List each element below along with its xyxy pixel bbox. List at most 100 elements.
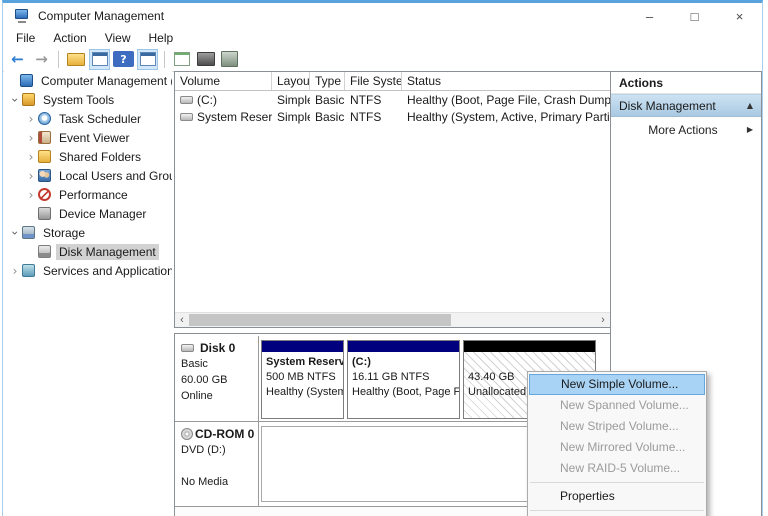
- chevron-down-icon[interactable]: ›: [8, 93, 22, 107]
- forward-icon[interactable]: →: [31, 49, 52, 70]
- cd-rom-icon: [181, 428, 193, 440]
- close-icon: ×: [736, 9, 744, 24]
- properties-icon[interactable]: [195, 49, 216, 70]
- chevron-right-icon[interactable]: ›: [8, 264, 22, 278]
- toolbar: ←→?: [3, 47, 762, 72]
- column-header-file-system[interactable]: File System: [345, 72, 402, 90]
- volume-icon: [180, 113, 193, 121]
- local-users-icon: [38, 169, 51, 182]
- storage-icon: [22, 226, 35, 239]
- partition-color-bar: [262, 341, 343, 352]
- toolbar-separator: [58, 51, 59, 68]
- sidebar-item-local-users-and-groups[interactable]: › Local Users and Groups: [4, 166, 172, 185]
- close-button[interactable]: ×: [717, 3, 762, 29]
- column-header-layout[interactable]: Layout: [272, 72, 310, 90]
- scrollbar-thumb[interactable]: [189, 314, 451, 326]
- expand-icon: ▶: [747, 125, 753, 134]
- console-tree-toggle-icon[interactable]: [89, 49, 110, 70]
- event-viewer-icon: [38, 131, 51, 144]
- chevron-right-icon[interactable]: ›: [24, 112, 38, 126]
- computer-management-window: Computer Management – □ × FileActionViewHe…: [2, 0, 763, 516]
- more-actions-label: More Actions: [619, 123, 747, 137]
- disk0-status: Online: [181, 388, 254, 404]
- volume-list-panel: VolumeLayoutTypeFile SystemStatus (C:) S…: [174, 71, 611, 328]
- cdrom-name: CD-ROM 0: [195, 426, 254, 442]
- volume-list-rows: (C:) Simple Basic NTFS Healthy (Boot, Pa…: [175, 91, 610, 125]
- sidebar-item-performance[interactable]: › Performance: [4, 185, 172, 204]
- sidebar-item-event-viewer[interactable]: › Event Viewer: [4, 128, 172, 147]
- menu-item-new-simple-volume[interactable]: New Simple Volume...: [529, 374, 705, 395]
- column-header-type[interactable]: Type: [310, 72, 345, 90]
- chevron-right-icon[interactable]: ›: [24, 150, 38, 164]
- disk-icon: [181, 344, 194, 352]
- maximize-icon: □: [691, 9, 699, 24]
- volume-row-c[interactable]: (C:) Simple Basic NTFS Healthy (Boot, Pa…: [175, 91, 610, 108]
- refresh-icon[interactable]: [171, 49, 192, 70]
- more-actions-item[interactable]: More Actions ▶: [611, 117, 761, 142]
- titlebar: Computer Management – □ ×: [3, 3, 762, 29]
- manage-icon[interactable]: [219, 49, 240, 70]
- horizontal-scrollbar[interactable]: ‹ ›: [175, 312, 610, 327]
- help-icon[interactable]: ?: [113, 51, 134, 67]
- column-header-volume[interactable]: Volume: [175, 72, 272, 90]
- scroll-left-icon[interactable]: ‹: [175, 313, 189, 327]
- task-scheduler-icon: [38, 112, 51, 125]
- disk0-name: Disk 0: [200, 340, 235, 356]
- menu-file[interactable]: File: [7, 30, 44, 46]
- sidebar-item-device-manager[interactable]: › Device Manager: [4, 204, 172, 223]
- sidebar-item-shared-folders[interactable]: › Shared Folders: [4, 147, 172, 166]
- sidebar-item-task-scheduler[interactable]: › Task Scheduler: [4, 109, 172, 128]
- menu-separator: [530, 510, 704, 511]
- partition-c[interactable]: (C:) 16.11 GB NTFS Healthy (Boot, Page F…: [347, 340, 460, 419]
- performance-icon: [38, 188, 51, 201]
- disk-management-icon: [38, 245, 51, 258]
- screenshot-root: Computer Management – □ × FileActionViewHe…: [0, 0, 768, 516]
- sidebar-item-disk-management[interactable]: › Disk Management: [4, 242, 172, 261]
- disk0-label[interactable]: Disk 0 Basic 60.00 GB Online: [177, 336, 259, 421]
- console-tree: › Computer Management (Local › System To…: [4, 71, 172, 516]
- chevron-right-icon[interactable]: ›: [24, 169, 38, 183]
- menu-view[interactable]: View: [96, 30, 140, 46]
- computer-management-app-icon: [14, 9, 30, 23]
- back-icon[interactable]: ←: [7, 49, 28, 70]
- window-controls: – □ ×: [627, 3, 762, 29]
- shared-folders-icon: [38, 150, 51, 163]
- services-icon: [22, 264, 35, 277]
- collapse-icon[interactable]: ▲: [747, 101, 753, 110]
- scroll-right-icon[interactable]: ›: [596, 313, 610, 327]
- context-menu: New Simple Volume...New Spanned Volume..…: [527, 371, 707, 516]
- menu-help[interactable]: Help: [140, 30, 183, 46]
- action-pane-toggle-icon[interactable]: [137, 49, 158, 70]
- partition-color-bar: [464, 341, 595, 352]
- menu-action[interactable]: Action: [44, 30, 95, 46]
- actions-group-disk-management[interactable]: Disk Management ▲: [611, 94, 761, 117]
- up-folder-icon[interactable]: [65, 49, 86, 70]
- sidebar-item-services-and-applications[interactable]: › Services and Applications: [4, 261, 172, 280]
- menu-item-properties[interactable]: Properties: [528, 486, 706, 507]
- computer-icon: [20, 74, 33, 87]
- minimize-button[interactable]: –: [627, 3, 672, 29]
- partition-color-bar: [348, 341, 459, 352]
- device-manager-icon: [38, 207, 51, 220]
- minimize-icon: –: [646, 9, 653, 24]
- menu-item-new-raid-5-volume: New RAID-5 Volume...: [528, 458, 706, 479]
- partition-system-reserved[interactable]: System Reserved 500 MB NTFS Healthy (Sys…: [261, 340, 344, 419]
- actions-group-label: Disk Management: [619, 99, 747, 113]
- disk0-size: 60.00 GB: [181, 372, 254, 388]
- volume-row-system-reserved[interactable]: System Reserved Simple Basic NTFS Health…: [175, 108, 610, 125]
- cdrom-drive-letter: DVD (D:): [181, 442, 254, 458]
- volume-list-header: VolumeLayoutTypeFile SystemStatus: [175, 72, 610, 91]
- sidebar-item-computer-management-local[interactable]: › Computer Management (Local: [4, 71, 172, 90]
- maximize-button[interactable]: □: [672, 3, 717, 29]
- chevron-right-icon[interactable]: ›: [24, 188, 38, 202]
- chevron-right-icon[interactable]: ›: [24, 131, 38, 145]
- cdrom-media-status: No Media: [181, 474, 254, 490]
- window-title: Computer Management: [38, 9, 164, 23]
- sidebar-item-storage[interactable]: › Storage: [4, 223, 172, 242]
- column-header-status[interactable]: Status: [402, 72, 610, 90]
- cdrom-label[interactable]: CD-ROM 0 DVD (D:) No Media: [177, 422, 259, 506]
- toolbar-separator: [164, 51, 165, 68]
- disk0-type: Basic: [181, 356, 254, 372]
- chevron-down-icon[interactable]: ›: [8, 226, 22, 240]
- sidebar-item-system-tools[interactable]: › System Tools: [4, 90, 172, 109]
